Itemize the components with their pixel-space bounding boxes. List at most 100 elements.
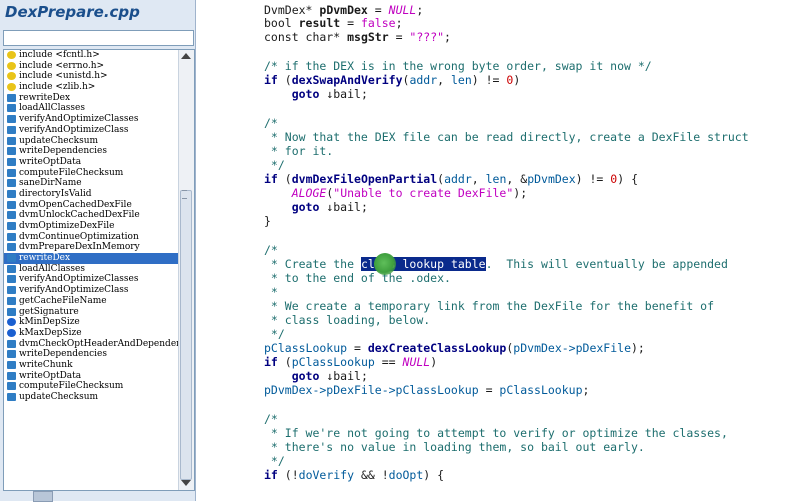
code-token: const char*: [264, 30, 348, 44]
method-icon: [7, 371, 16, 380]
code-editor[interactable]: DvmDex* pDvmDex = NULL; bool result = fal…: [264, 0, 801, 501]
code-token: if: [264, 355, 278, 369]
code-token: =: [347, 341, 368, 355]
symbol-item[interactable]: kMaxDepSize: [4, 328, 178, 339]
symbol-label: loadAllClasses: [19, 263, 85, 274]
code-token: ==: [374, 355, 403, 369]
method-icon: [7, 339, 16, 348]
code-line: if (dvmDexFileOpenPartial(addr, len, &pD…: [264, 172, 638, 186]
symbol-item[interactable]: updateChecksum: [4, 136, 178, 147]
scroll-thumb[interactable]: [180, 190, 192, 480]
symbol-item[interactable]: updateChecksum: [4, 392, 178, 403]
symbol-label: dvmContinueOptimization: [19, 231, 139, 242]
symbol-item[interactable]: writeOptData: [4, 157, 178, 168]
code-token: if: [264, 468, 278, 482]
symbol-item[interactable]: include <zlib.h>: [4, 82, 178, 93]
include-icon: [7, 72, 16, 81]
method-icon: [7, 286, 16, 295]
symbol-item[interactable]: verifyAndOptimizeClass: [4, 285, 178, 296]
method-icon: [7, 115, 16, 124]
method-icon: [7, 254, 16, 263]
method-icon: [7, 93, 16, 102]
symbol-label: writeDependencies: [19, 146, 108, 157]
symbol-panel: DexPrepare.cpp include <fcntl.h> include …: [0, 0, 196, 502]
code-token: ↓bail;: [319, 369, 368, 383]
symbol-item[interactable]: dvmUnlockCachedDexFile: [4, 210, 178, 221]
symbol-item[interactable]: include <unistd.h>: [4, 71, 178, 82]
symbol-item[interactable]: writeDependencies: [4, 349, 178, 360]
code-token: * We create a temporary link from the De…: [264, 299, 715, 313]
method-icon: [7, 296, 16, 305]
symbol-item[interactable]: loadAllClasses: [4, 264, 178, 275]
code-token: dexCreateClassLookup: [367, 341, 507, 355]
panel-tab[interactable]: [33, 491, 53, 502]
method-icon: [7, 179, 16, 188]
symbol-label: rewriteDex: [19, 92, 71, 103]
code-token: pClassLookup: [499, 383, 583, 397]
code-token: /* if the DEX is in the wrong byte order…: [264, 59, 652, 73]
symbol-item[interactable]: computeFileChecksum: [4, 381, 178, 392]
symbol-item[interactable]: rewriteDex: [4, 93, 178, 104]
symbol-item[interactable]: verifyAndOptimizeClasses: [4, 274, 178, 285]
code-line: /*: [264, 116, 278, 130]
scroll-up-icon[interactable]: [181, 53, 191, 59]
file-title: DexPrepare.cpp: [5, 3, 140, 21]
code-line: * We create a temporary link from the De…: [264, 299, 714, 313]
include-icon: [7, 61, 16, 70]
symbol-item[interactable]: include <errno.h>: [4, 61, 178, 72]
symbol-item[interactable]: getSignature: [4, 307, 178, 318]
code-token: *: [264, 285, 278, 299]
symbol-item[interactable]: kMinDepSize: [4, 317, 178, 328]
code-token: */: [264, 327, 285, 341]
code-token: goto: [291, 87, 320, 101]
symbol-label: writeDependencies: [19, 349, 108, 360]
code-token: =: [340, 16, 361, 30]
symbol-item[interactable]: writeOptData: [4, 371, 178, 382]
code-token: /*: [264, 116, 278, 130]
symbol-item[interactable]: verifyAndOptimizeClasses: [4, 114, 178, 125]
code-token: pClassLookup: [264, 341, 348, 355]
code-token: * class loading, below.: [264, 313, 431, 327]
symbol-item[interactable]: dvmOptimizeDexFile: [4, 221, 178, 232]
symbol-item[interactable]: dvmPrepareDexInMemory: [4, 242, 178, 253]
method-icon: [7, 147, 16, 156]
code-token: result: [298, 16, 341, 30]
symbol-label: computeFileChecksum: [19, 167, 124, 178]
symbol-item[interactable]: writeDependencies: [4, 146, 178, 157]
symbol-label: verifyAndOptimizeClasses: [19, 114, 139, 125]
symbol-item[interactable]: rewriteDex: [4, 253, 178, 264]
code-token: =: [367, 3, 389, 17]
code-token: addr: [444, 172, 472, 186]
code-line: goto ↓bail;: [264, 200, 368, 214]
code-line: *: [264, 285, 278, 299]
code-token: ,: [471, 172, 486, 186]
symbol-item[interactable]: saneDirName: [4, 178, 178, 189]
code-token: ;: [582, 383, 590, 397]
code-token: NULL: [388, 3, 417, 17]
code-token: ALOGE: [291, 186, 327, 200]
symbol-item[interactable]: dvmOpenCachedDexFile: [4, 200, 178, 211]
code-line: pDvmDex->pDexFile->pClassLookup = pClass…: [264, 383, 589, 397]
symbol-item[interactable]: writeChunk: [4, 360, 178, 371]
scroll-down-icon[interactable]: [181, 480, 191, 486]
code-token: len: [485, 172, 507, 186]
symbol-item[interactable]: dvmContinueOptimization: [4, 232, 178, 243]
symbol-search-input[interactable]: [3, 30, 194, 46]
method-icon: [7, 211, 16, 220]
symbol-label: kMinDepSize: [19, 317, 80, 328]
symbol-item[interactable]: loadAllClasses: [4, 103, 178, 114]
symbol-item[interactable]: directoryIsValid: [4, 189, 178, 200]
symbol-item[interactable]: verifyAndOptimizeClass: [4, 125, 178, 136]
symbol-label: verifyAndOptimizeClass: [19, 124, 129, 135]
code-line: * Now that the DEX file can be read dire…: [264, 130, 749, 144]
symbol-list-scrollbar[interactable]: [178, 50, 194, 490]
code-token: len: [451, 73, 472, 87]
symbol-item[interactable]: computeFileChecksum: [4, 168, 178, 179]
scroll-grip-icon: [182, 190, 187, 199]
code-token: if: [264, 172, 278, 186]
symbol-label: computeFileChecksum: [19, 381, 124, 392]
symbol-item[interactable]: include <fcntl.h>: [4, 50, 178, 61]
method-icon: [7, 264, 16, 273]
symbol-item[interactable]: getCacheFileName: [4, 296, 178, 307]
symbol-item[interactable]: dvmCheckOptHeaderAndDependencies: [4, 339, 178, 350]
